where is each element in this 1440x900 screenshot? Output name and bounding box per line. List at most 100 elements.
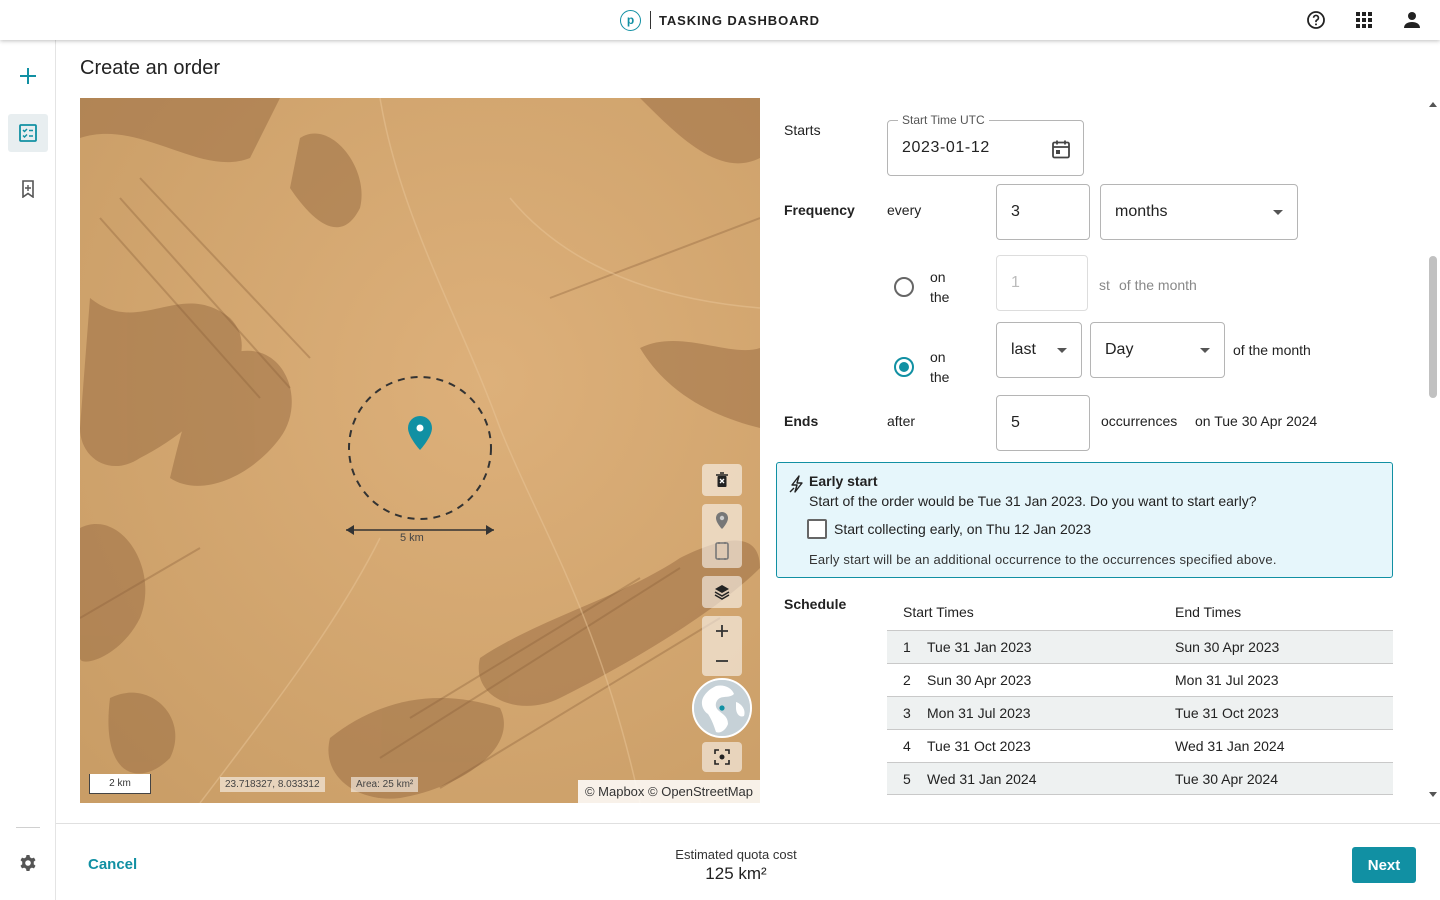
- table-row: 1 Tue 31 Jan 2023 Sun 30 Apr 2023: [887, 630, 1393, 663]
- row-end: Tue 31 Oct 2023: [1175, 705, 1279, 721]
- brand-separator: [650, 11, 651, 29]
- occurrences-label: occurrences: [1101, 413, 1178, 429]
- position-value: last: [1011, 341, 1036, 358]
- coordinates-readout: 23.718327, 8.033312: [220, 777, 325, 792]
- row-end: Mon 31 Jul 2023: [1175, 672, 1279, 688]
- row-number: 3: [903, 705, 911, 721]
- page-title: Create an order: [80, 57, 221, 79]
- rectangle-icon[interactable]: [702, 536, 742, 566]
- weekday-suffix: of the month: [1233, 342, 1311, 358]
- row-number: 1: [903, 639, 911, 655]
- apps-grid-icon[interactable]: [1354, 10, 1374, 30]
- ends-on-date: on Tue 30 Apr 2024: [1195, 413, 1318, 429]
- form-scrollbar[interactable]: [1426, 98, 1440, 803]
- start-time-field[interactable]: Start Time UTC 2023-01-12: [887, 113, 1084, 176]
- early-start-message: Start of the order would be Tue 31 Jan 2…: [809, 493, 1257, 509]
- row-start: Sun 30 Apr 2023: [927, 672, 1032, 688]
- row-number: 2: [903, 672, 911, 688]
- row-number: 5: [903, 771, 911, 787]
- every-value: 3: [1011, 203, 1020, 220]
- add-icon[interactable]: [8, 57, 48, 95]
- day-of-month-input[interactable]: 1: [996, 255, 1088, 311]
- quota-label: Estimated quota cost: [675, 847, 797, 862]
- account-icon[interactable]: [1402, 10, 1422, 30]
- radio-on-day-the: the: [930, 289, 950, 305]
- occurrences-input[interactable]: 5: [996, 395, 1090, 451]
- layers-icon[interactable]: [702, 577, 742, 607]
- end-times-header: End Times: [1175, 604, 1242, 620]
- recenter-icon[interactable]: [702, 742, 742, 772]
- next-button[interactable]: Next: [1352, 847, 1416, 883]
- start-time-legend: Start Time UTC: [898, 113, 989, 127]
- bookmark-icon[interactable]: [8, 170, 48, 208]
- start-times-header: Start Times: [903, 604, 974, 620]
- table-row: 4 Tue 31 Oct 2023 Wed 31 Jan 2024: [887, 729, 1393, 762]
- chevron-down-icon: [1200, 348, 1210, 353]
- draw-control[interactable]: [702, 504, 742, 568]
- radio-on-day-on: on: [930, 269, 946, 285]
- delete-icon[interactable]: [702, 465, 742, 495]
- order-list-icon[interactable]: [8, 114, 48, 152]
- frequency-unit-select[interactable]: months: [1100, 184, 1298, 240]
- zoom-control[interactable]: [702, 616, 742, 676]
- ends-label: Ends: [784, 413, 819, 429]
- quota-value: 125 km²: [705, 864, 767, 883]
- satellite-imagery: [80, 98, 760, 803]
- chevron-down-icon: [1273, 210, 1283, 215]
- map-attribution[interactable]: © Mapbox © OpenStreetMap: [577, 780, 760, 803]
- table-row: 2 Sun 30 Apr 2023 Mon 31 Jul 2023: [887, 663, 1393, 696]
- start-time-value: 2023-01-12: [902, 139, 990, 156]
- row-end: Tue 30 Apr 2024: [1175, 771, 1279, 787]
- radio-on-weekday[interactable]: [894, 357, 914, 377]
- after-label: after: [887, 413, 916, 429]
- row-start: Mon 31 Jul 2023: [927, 705, 1031, 721]
- layers-control[interactable]: [702, 576, 742, 608]
- radio-on-weekday-on: on: [930, 349, 946, 365]
- scroll-down-icon[interactable]: [1429, 792, 1437, 797]
- zoom-in-icon[interactable]: [702, 616, 742, 646]
- scroll-up-icon[interactable]: [1429, 102, 1437, 107]
- calendar-icon[interactable]: [1051, 139, 1071, 164]
- early-start-alert: Early start Start of the order would be …: [776, 462, 1393, 578]
- day-of-month-suffix: of the month: [1119, 277, 1197, 293]
- row-start: Wed 31 Jan 2024: [927, 771, 1037, 787]
- radio-on-day[interactable]: [894, 277, 914, 297]
- every-input[interactable]: 3: [996, 184, 1090, 240]
- left-rail: [0, 40, 56, 900]
- top-bar: p TASKING DASHBOARD: [0, 0, 1440, 40]
- map-view[interactable]: 5 km 2 km 23.718327, 8.033312 Area: 25 k…: [80, 98, 760, 803]
- scale-bar: 2 km: [89, 774, 151, 794]
- radio-on-weekday-the: the: [930, 369, 950, 385]
- weekday-select[interactable]: Day: [1090, 322, 1225, 378]
- scroll-thumb[interactable]: [1429, 256, 1437, 398]
- app-title: TASKING DASHBOARD: [659, 12, 820, 28]
- starts-label: Starts: [784, 122, 821, 138]
- schedule-label: Schedule: [784, 596, 847, 612]
- row-end: Sun 30 Apr 2023: [1175, 639, 1280, 655]
- order-form: Starts Start Time UTC 2023-01-12 Frequen…: [760, 98, 1426, 803]
- every-label: every: [887, 202, 922, 218]
- table-row: 3 Mon 31 Jul 2023 Tue 31 Oct 2023: [887, 696, 1393, 729]
- early-start-checkbox-label[interactable]: Start collecting early, on Thu 12 Jan 20…: [834, 521, 1091, 537]
- table-row: 5 Wed 31 Jan 2024 Tue 30 Apr 2024: [887, 762, 1393, 795]
- day-of-month-placeholder: 1: [1011, 274, 1020, 291]
- row-start: Tue 31 Oct 2023: [927, 738, 1031, 754]
- position-select[interactable]: last: [996, 322, 1082, 378]
- distance-label: 5 km: [400, 532, 424, 544]
- row-start: Tue 31 Jan 2023: [927, 639, 1032, 655]
- zoom-out-icon[interactable]: [702, 646, 742, 676]
- row-end: Wed 31 Jan 2024: [1175, 738, 1285, 754]
- globe-icon[interactable]: [692, 678, 752, 738]
- brand[interactable]: p TASKING DASHBOARD: [620, 9, 820, 31]
- recenter-control[interactable]: [702, 742, 742, 772]
- planet-logo-icon: p: [620, 9, 641, 31]
- delete-control[interactable]: [702, 464, 742, 496]
- pin-icon[interactable]: [702, 506, 742, 536]
- flash-icon: [789, 475, 805, 498]
- chevron-down-icon: [1057, 348, 1067, 353]
- settings-icon[interactable]: [16, 852, 40, 876]
- help-icon[interactable]: [1306, 10, 1326, 30]
- early-start-title: Early start: [809, 473, 878, 489]
- early-start-note: Early start will be an additional occurr…: [809, 552, 1277, 567]
- early-start-checkbox[interactable]: [807, 519, 827, 539]
